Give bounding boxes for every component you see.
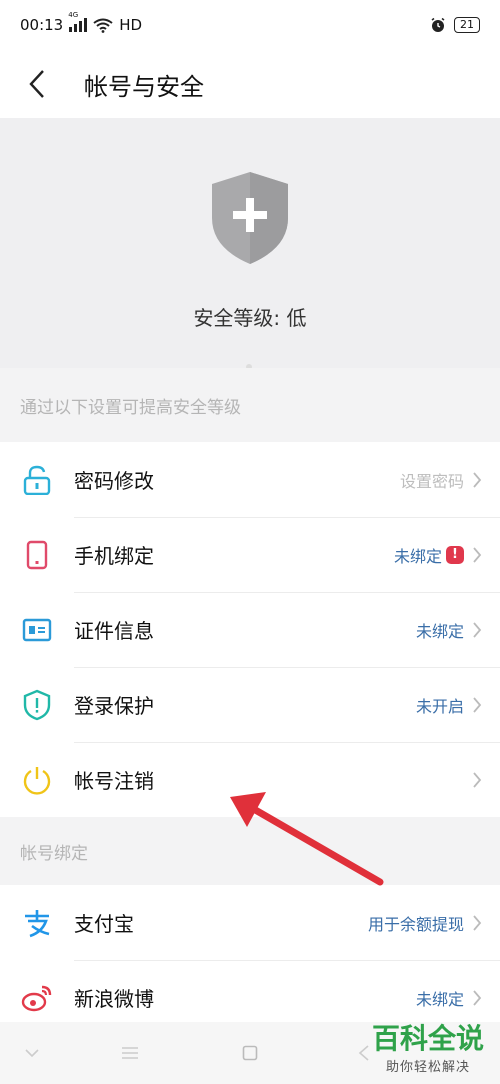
signal-icon: 4G bbox=[68, 11, 88, 32]
watermark-title: 百科全说 bbox=[371, 1022, 484, 1055]
row-value: 未绑定 bbox=[415, 989, 464, 1009]
row-value: 未开启 bbox=[415, 696, 464, 716]
network-type: HD bbox=[119, 16, 143, 34]
shield-plus-icon bbox=[212, 172, 288, 264]
watermark-logo: 百科全说 助你轻松解决 bbox=[372, 1022, 484, 1075]
battery-icon: 21 bbox=[454, 17, 480, 33]
row-login-protection[interactable]: 登录保护 未开启 bbox=[0, 667, 500, 742]
binding-list: 支付宝 用于余额提现 新浪微博 未绑定 bbox=[0, 885, 500, 1035]
row-label: 新浪微博 bbox=[74, 987, 154, 1011]
back-triangle-icon[interactable] bbox=[358, 1044, 370, 1062]
chevron-right-icon bbox=[472, 771, 500, 789]
menu-icon[interactable] bbox=[121, 1046, 139, 1060]
page-title: 帐号与安全 bbox=[84, 72, 204, 101]
power-icon bbox=[0, 742, 74, 817]
row-label: 证件信息 bbox=[74, 619, 154, 643]
row-label: 手机绑定 bbox=[74, 544, 154, 568]
chevron-right-icon bbox=[472, 471, 500, 489]
row-label: 密码修改 bbox=[74, 469, 154, 493]
nav-bar: 帐号与安全 bbox=[0, 50, 500, 118]
warning-badge: ! bbox=[446, 545, 464, 564]
binding-section-title: 帐号绑定 bbox=[0, 817, 500, 885]
row-alipay[interactable]: 支付宝 用于余额提现 bbox=[0, 885, 500, 960]
row-phone-binding[interactable]: 手机绑定 未绑定 ! bbox=[0, 517, 500, 592]
unlock-icon bbox=[0, 442, 74, 517]
status-time: 00:13 bbox=[20, 16, 64, 34]
row-id-info[interactable]: 证件信息 未绑定 bbox=[0, 592, 500, 667]
security-level-text: 安全等级: 低 bbox=[193, 306, 307, 330]
chevron-down-icon[interactable] bbox=[24, 1048, 40, 1058]
alarm-icon bbox=[431, 17, 445, 32]
security-hint: 通过以下设置可提高安全等级 bbox=[0, 368, 500, 442]
chevron-right-icon bbox=[472, 914, 500, 932]
status-right: 21 bbox=[430, 17, 480, 33]
row-label: 支付宝 bbox=[74, 912, 134, 936]
alipay-icon bbox=[0, 885, 74, 960]
status-left: 00:13 4G HD bbox=[20, 11, 143, 34]
row-value: 未绑定 bbox=[393, 546, 442, 566]
row-password-change[interactable]: 密码修改 设置密码 bbox=[0, 442, 500, 517]
row-account-cancel[interactable]: 帐号注销 bbox=[0, 742, 500, 817]
row-value: 用于余额提现 bbox=[367, 914, 464, 934]
row-value: 设置密码 bbox=[399, 471, 464, 491]
id-card-icon bbox=[0, 592, 74, 667]
home-square-icon[interactable] bbox=[242, 1045, 258, 1061]
status-bar: 00:13 4G HD 21 bbox=[0, 0, 500, 50]
row-label: 帐号注销 bbox=[74, 769, 154, 793]
phone-icon bbox=[0, 517, 74, 592]
security-list: 密码修改 设置密码 手机绑定 未绑定 ! 证件信息 未绑定 登录保护 未开启 帐… bbox=[0, 442, 500, 817]
shield-alert-icon bbox=[0, 667, 74, 742]
row-value: 未绑定 bbox=[415, 621, 464, 641]
chevron-right-icon bbox=[472, 546, 500, 564]
security-level-panel: 安全等级: 低 bbox=[0, 118, 500, 370]
back-button[interactable] bbox=[0, 50, 74, 118]
chevron-right-icon bbox=[472, 696, 500, 714]
chevron-right-icon bbox=[472, 621, 500, 639]
watermark-subtitle: 助你轻松解决 bbox=[385, 1060, 470, 1075]
wifi-icon bbox=[93, 18, 113, 33]
row-label: 登录保护 bbox=[74, 694, 154, 718]
signal-label: 4G bbox=[68, 11, 79, 19]
chevron-right-icon bbox=[472, 989, 500, 1007]
back-arrow-icon bbox=[29, 70, 44, 98]
